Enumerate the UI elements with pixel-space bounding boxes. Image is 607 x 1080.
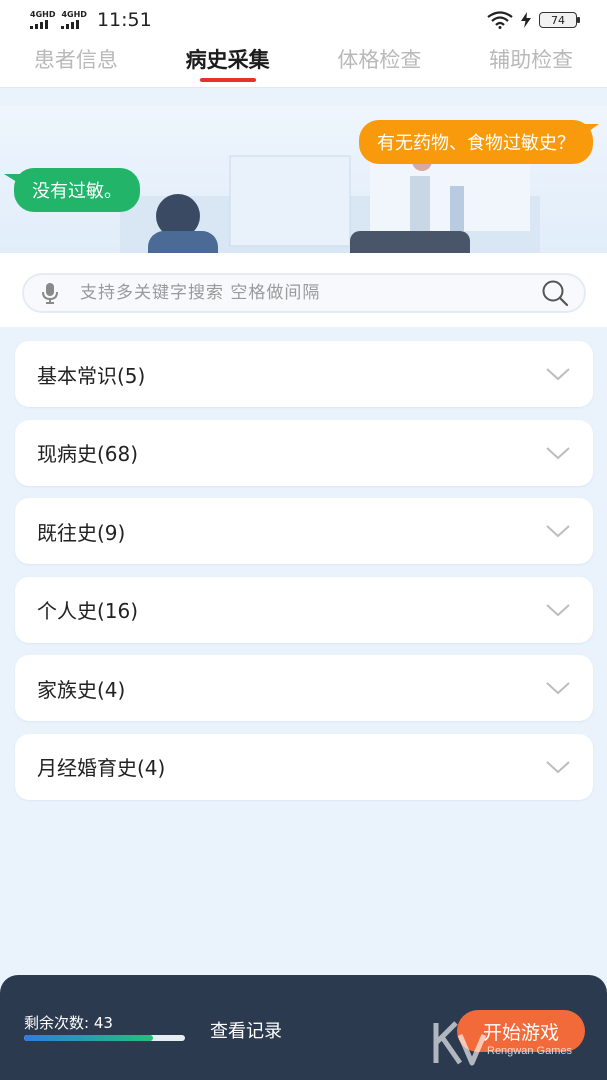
section-label: 既往史(9) (37, 520, 126, 545)
search-icon[interactable] (540, 278, 570, 308)
wifi-icon (487, 11, 513, 29)
remaining-count: 剩余次数: 43 (24, 1014, 113, 1032)
section-personal-history[interactable]: 个人史(16) (15, 576, 593, 643)
section-menstrual-marital-history[interactable]: 月经婚育史(4) (15, 733, 593, 800)
chevron-down-icon (546, 446, 570, 459)
network-type-1: 4GHD (30, 10, 56, 19)
section-present-illness[interactable]: 现病史(68) (15, 419, 593, 486)
network-type-2: 4GHD (61, 10, 87, 19)
status-time: 11:51 (96, 9, 152, 31)
status-bar: 4GHD 4GHD 11:51 74 (0, 0, 607, 40)
tab-history-collection[interactable]: 病史采集 (186, 40, 270, 84)
answer-bubble: 没有过敏。 (4, 168, 140, 212)
bottom-bar: 剩余次数: 43 查看记录 开始游戏 (0, 975, 607, 1080)
view-history-button[interactable]: 查看记录 (210, 1017, 282, 1043)
battery-level: 74 (551, 13, 565, 27)
chevron-down-icon (546, 603, 570, 616)
signal-icon-2: 4GHD (61, 10, 87, 29)
section-label: 现病史(68) (37, 442, 139, 466)
search-area (0, 253, 607, 327)
tab-physical-exam[interactable]: 体格检查 (337, 40, 421, 84)
history-section-list: 基本常识(5) 现病史(68) 既往史(9) 个人史(16) 家族史(4) 月经… (15, 341, 593, 812)
watermark-text: Rengwan Games (487, 1045, 572, 1057)
chevron-down-icon (546, 760, 570, 773)
section-family-history[interactable]: 家族史(4) (15, 655, 593, 721)
dialog-banner: 有无药物、食物过敏史？ 没有过敏。 (0, 106, 607, 253)
remaining-progress-fill (24, 1035, 153, 1041)
section-label: 月经婚育史(4) (37, 756, 166, 780)
section-label: 基本常识(5) (37, 363, 146, 388)
section-label: 家族史(4) (37, 677, 126, 702)
chevron-down-icon (546, 525, 570, 538)
chevron-down-icon (546, 682, 570, 695)
search-bar (22, 273, 586, 313)
section-basic-knowledge[interactable]: 基本常识(5) (15, 341, 593, 407)
search-input[interactable] (80, 283, 540, 303)
tab-auxiliary-exam[interactable]: 辅助检查 (489, 40, 573, 84)
section-past-history[interactable]: 既往史(9) (15, 498, 593, 564)
tab-patient-info[interactable]: 患者信息 (34, 40, 118, 84)
tab-bar: 患者信息 病史采集 体格检查 辅助检查 (0, 40, 607, 88)
signal-icon-1: 4GHD (30, 11, 55, 29)
question-bubble: 有无药物、食物过敏史？ (359, 120, 599, 164)
chevron-down-icon (546, 368, 570, 381)
remaining-progress-bar (24, 1035, 185, 1041)
battery-icon: 74 (539, 12, 580, 28)
charging-icon (521, 12, 531, 28)
microphone-icon[interactable] (38, 281, 62, 305)
section-label: 个人史(16) (37, 599, 139, 623)
